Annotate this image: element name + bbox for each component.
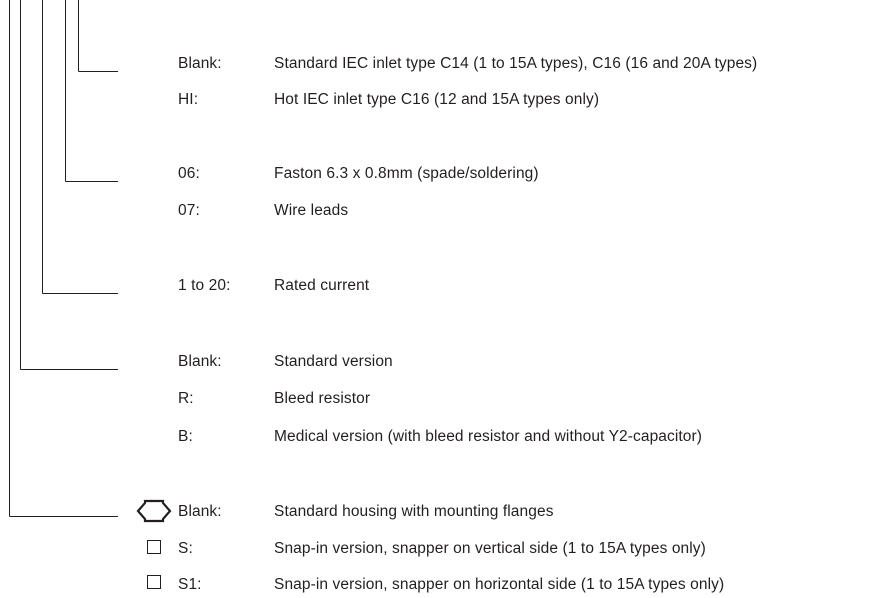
- option-code: 07:: [178, 202, 200, 219]
- option-description: Medical version (with bleed resistor and…: [274, 428, 703, 445]
- option-description: Rated current: [274, 277, 370, 294]
- option-code: S:: [178, 540, 193, 557]
- snap-in-vertical-icon: [147, 540, 161, 554]
- housing-flange-icon: [136, 499, 172, 523]
- option-description: Hot IEC inlet type C16 (12 and 15A types…: [274, 91, 600, 108]
- option-description: Standard IEC inlet type C14 (1 to 15A ty…: [274, 55, 758, 72]
- option-code: Blank:: [178, 503, 222, 520]
- option-code: Blank:: [178, 353, 222, 370]
- option-code: B:: [178, 428, 193, 445]
- option-description: Snap-in version, snapper on vertical sid…: [274, 540, 706, 557]
- option-description: Bleed resistor: [274, 390, 371, 407]
- option-description: Standard version: [274, 353, 393, 370]
- option-code: S1:: [178, 576, 202, 593]
- option-description: Wire leads: [274, 202, 349, 219]
- option-description: Faston 6.3 x 0.8mm (spade/soldering): [274, 165, 539, 182]
- option-code: 1 to 20:: [178, 277, 231, 294]
- option-code: R:: [178, 390, 194, 407]
- option-code: Blank:: [178, 55, 222, 72]
- option-code: HI:: [178, 91, 199, 108]
- option-description: Snap-in version, snapper on horizontal s…: [274, 576, 725, 593]
- snap-in-horizontal-icon: [147, 575, 161, 589]
- option-description: Standard housing with mounting flanges: [274, 503, 554, 520]
- option-code: 06:: [178, 165, 200, 182]
